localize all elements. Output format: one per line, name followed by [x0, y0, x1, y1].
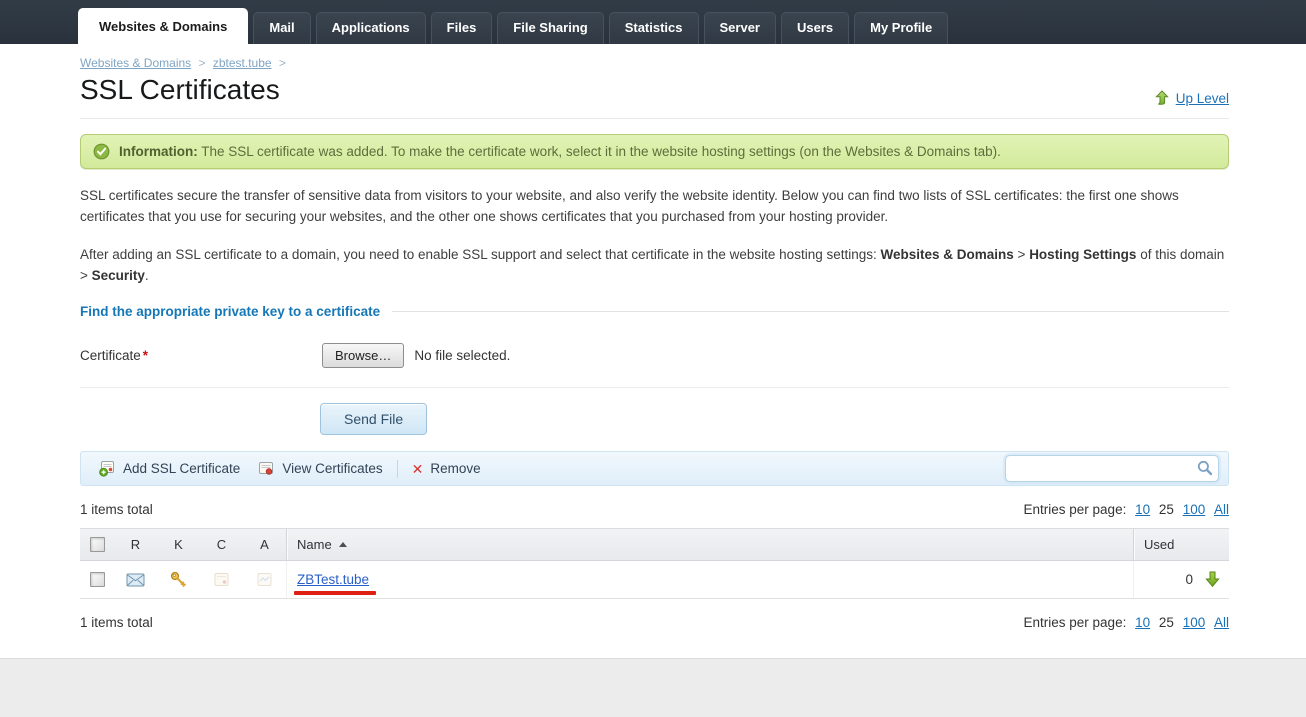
top-navigation: Websites & Domains Mail Applications Fil…: [0, 0, 1306, 44]
up-level-label: Up Level: [1175, 90, 1229, 106]
column-header-a: A: [260, 537, 269, 553]
mail-icon: [126, 573, 145, 587]
breadcrumb: Websites & Domains > zbtest.tube >: [80, 56, 1229, 70]
items-total: 1 items total: [80, 502, 153, 518]
column-header-c: C: [216, 537, 227, 553]
used-count: 0: [1185, 572, 1193, 588]
add-certificate-icon: [99, 461, 114, 477]
items-total: 1 items total: [80, 615, 153, 631]
entries-per-page: Entries per page: 10 25 100 All: [1024, 502, 1229, 517]
remove-label: Remove: [430, 461, 481, 477]
breadcrumb-separator: >: [278, 56, 286, 70]
success-check-icon: [93, 143, 110, 160]
pager-option-all[interactable]: All: [1214, 502, 1229, 517]
up-level-link[interactable]: Up Level: [1154, 90, 1229, 106]
section-rule: [392, 311, 1229, 313]
view-certificates-button[interactable]: View Certificates: [249, 460, 391, 477]
view-certificates-label: View Certificates: [282, 461, 383, 477]
key-icon: [170, 572, 186, 588]
pager-option-100[interactable]: 100: [1183, 502, 1206, 517]
breadcrumb-link-websites-domains[interactable]: Websites & Domains: [80, 56, 191, 70]
intro-paragraph-1: SSL certificates secure the transfer of …: [80, 188, 1179, 225]
column-header-k: K: [174, 537, 183, 553]
certificate-field-label: Certificate *: [80, 348, 149, 364]
pager-option-10[interactable]: 10: [1135, 502, 1150, 517]
breadcrumb-link-domain[interactable]: zbtest.tube: [213, 56, 272, 70]
certificate-name-link[interactable]: ZBTest.tube: [297, 572, 369, 587]
add-ssl-certificate-label: Add SSL Certificate: [123, 461, 241, 477]
remove-button[interactable]: ✕ Remove: [403, 461, 490, 476]
tab-users[interactable]: Users: [781, 12, 850, 44]
entries-per-page-label: Entries per page:: [1023, 502, 1127, 518]
main-content: Websites & Domains > zbtest.tube > SSL C…: [0, 44, 1306, 658]
send-file-button[interactable]: Send File: [320, 403, 428, 436]
form-divider: [80, 387, 1229, 389]
browse-button[interactable]: Browse…: [322, 343, 405, 369]
certificate-disabled-icon: [214, 573, 229, 587]
pager-option-25-current: 25: [1158, 615, 1174, 631]
row-checkbox[interactable]: [89, 572, 105, 588]
pager-option-25-current: 25: [1158, 502, 1174, 518]
entries-per-page: Entries per page: 10 25 100 All: [1024, 615, 1229, 630]
certificates-table: R K C A Name Used ZBTest.tube 0: [80, 528, 1229, 600]
required-asterisk: *: [142, 348, 149, 364]
column-header-name[interactable]: Name: [286, 529, 1133, 561]
page-background-footer: [0, 658, 1306, 717]
tab-my-profile[interactable]: My Profile: [854, 12, 949, 44]
pager-option-10[interactable]: 10: [1135, 615, 1150, 630]
column-header-r: R: [130, 537, 141, 553]
pager-option-all[interactable]: All: [1214, 615, 1229, 630]
sort-ascending-icon: [338, 542, 347, 548]
tab-mail[interactable]: Mail: [253, 12, 311, 44]
header-divider: [80, 118, 1229, 119]
tab-statistics[interactable]: Statistics: [608, 12, 699, 44]
search-input[interactable]: [1012, 458, 1191, 480]
table-row: ZBTest.tube 0: [80, 561, 1229, 599]
toolbar: Add SSL Certificate View Certificates ✕ …: [80, 451, 1229, 487]
search-box[interactable]: [1005, 455, 1219, 483]
remove-x-icon: ✕: [411, 460, 424, 477]
info-banner-text: Information: The SSL certificate was add…: [119, 144, 1001, 159]
tab-file-sharing[interactable]: File Sharing: [497, 12, 604, 44]
entries-per-page-label: Entries per page:: [1023, 615, 1127, 631]
find-private-key-link[interactable]: Find the appropriate private key to a ce…: [80, 304, 380, 319]
search-icon[interactable]: [1197, 460, 1213, 476]
ca-certificate-disabled-icon: [257, 573, 272, 587]
table-header: R K C A Name Used: [80, 528, 1229, 562]
intro-paragraph-2: After adding an SSL certificate to a dom…: [80, 246, 1225, 283]
download-arrow-icon[interactable]: [1205, 571, 1220, 588]
up-arrow-icon: [1154, 90, 1169, 105]
no-file-selected-text: No file selected.: [414, 348, 511, 364]
info-banner: Information: The SSL certificate was add…: [80, 134, 1229, 169]
select-all-checkbox[interactable]: [89, 537, 105, 553]
breadcrumb-separator: >: [198, 56, 206, 70]
page-title: SSL Certificates: [80, 74, 280, 105]
view-certificates-icon: [259, 462, 274, 476]
toolbar-separator: [396, 459, 398, 478]
add-ssl-certificate-button[interactable]: Add SSL Certificate: [90, 460, 249, 477]
pager-option-100[interactable]: 100: [1183, 615, 1206, 630]
red-underline-annotation: [294, 590, 377, 595]
column-header-used[interactable]: Used: [1133, 529, 1229, 561]
tab-server[interactable]: Server: [703, 12, 776, 44]
tab-websites-domains[interactable]: Websites & Domains: [78, 8, 249, 44]
tab-files[interactable]: Files: [430, 12, 493, 44]
tab-applications[interactable]: Applications: [315, 12, 426, 44]
